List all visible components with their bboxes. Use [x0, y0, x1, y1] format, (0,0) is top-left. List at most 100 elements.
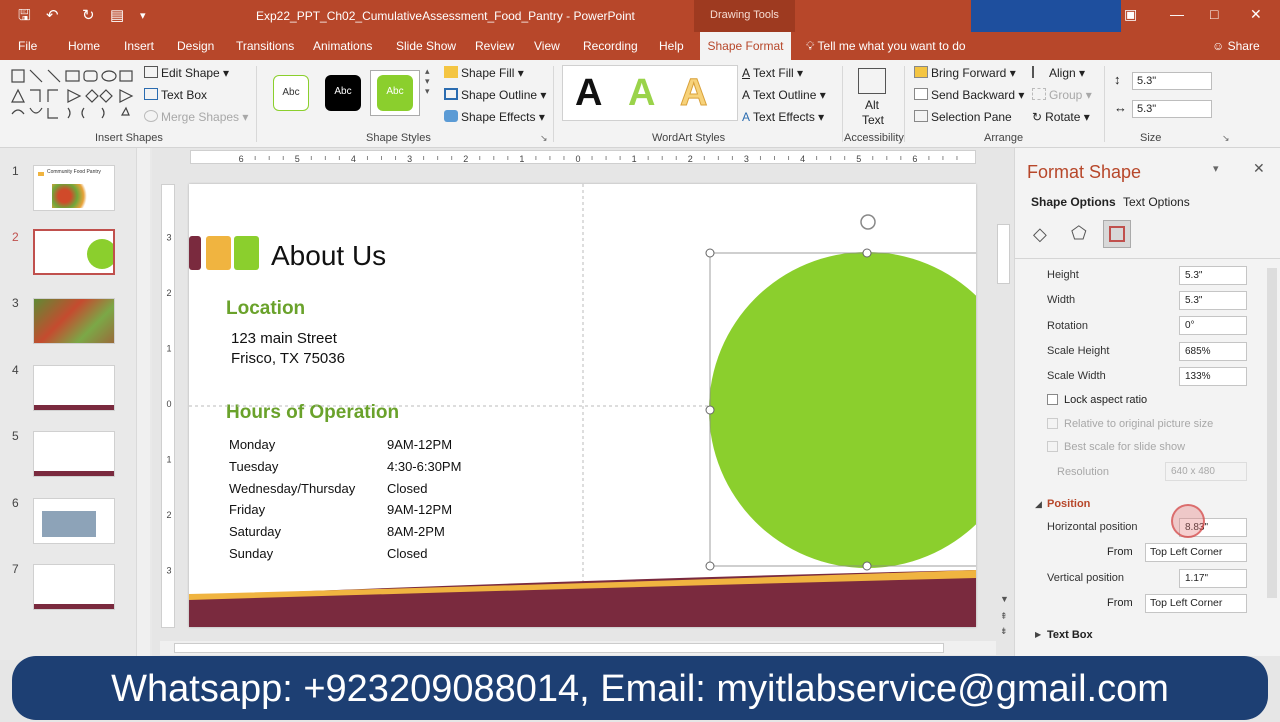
format-pane-title: Format Shape [1027, 162, 1142, 182]
shape-style-green[interactable]: Abc [377, 75, 413, 111]
slide-thumbnail-7[interactable] [33, 564, 115, 610]
tab-text-options[interactable]: Text Options [1123, 195, 1190, 209]
ruler-tick-label: 2 [688, 154, 693, 164]
merge-shapes-button[interactable]: Merge Shapes ▾ [144, 110, 248, 124]
bring-forward-button[interactable]: Bring Forward ▾ [914, 66, 1016, 80]
text-effects-button[interactable]: A Text Effects ▾ [742, 110, 824, 124]
vertical-position-input[interactable]: 1.17" [1179, 569, 1247, 588]
tab-file[interactable]: File [18, 39, 37, 53]
ribbon-display-icon[interactable]: ▣ [1124, 6, 1137, 23]
wordart-black[interactable]: A [575, 72, 602, 115]
alt-text-label-2[interactable]: Text [862, 113, 884, 127]
previous-slide-icon[interactable]: ⇞ [1000, 611, 1008, 622]
ruler-tick-label: 2 [166, 510, 171, 520]
send-backward-button[interactable]: Send Backward ▾ [914, 88, 1024, 102]
group-button[interactable]: Group ▾ [1032, 88, 1092, 102]
horizontal-scroll-thumb[interactable] [174, 643, 944, 653]
fill-line-icon[interactable]: ◇ [1033, 224, 1047, 245]
scale-width-input[interactable]: 133% [1179, 367, 1247, 386]
collapse-triangle-icon[interactable]: ▶ [1035, 630, 1041, 639]
slide-thumbnail-2[interactable] [33, 229, 115, 275]
shape-outline-button[interactable]: Shape Outline ▾ [444, 88, 546, 102]
send-backward-icon [914, 88, 928, 100]
thumbnails-scrollbar[interactable] [136, 148, 150, 656]
rotation-input[interactable]: 0° [1179, 316, 1247, 335]
tell-me-search[interactable]: 💡︎ Tell me what you want to do [806, 39, 966, 54]
size-properties-tab[interactable] [1103, 220, 1131, 248]
maximize-icon[interactable]: □ [1210, 6, 1218, 22]
scale-height-input[interactable]: 685% [1179, 342, 1247, 361]
undo-icon[interactable]: ↶ [46, 7, 59, 25]
scroll-down-icon[interactable]: ▼ [1000, 594, 1009, 604]
width-input[interactable]: 5.3" [1179, 291, 1247, 310]
slide-number: 7 [12, 562, 19, 576]
edit-shape-button[interactable]: Edit Shape ▾ [144, 66, 229, 80]
close-pane-icon[interactable]: ✕ [1253, 160, 1265, 177]
slide-thumbnail-6[interactable] [33, 498, 115, 544]
slide-thumbnail-3[interactable] [33, 298, 115, 344]
shapes-gallery[interactable] [10, 68, 136, 124]
tab-shape-options[interactable]: Shape Options [1031, 195, 1116, 209]
tab-home[interactable]: Home [68, 39, 100, 53]
horizontal-position-label: Horizontal position [1047, 521, 1138, 533]
redo-icon[interactable]: ↻ [82, 7, 95, 25]
text-box-button[interactable]: Text Box [144, 88, 207, 102]
dialog-launcher-icon[interactable]: ↘ [540, 133, 548, 144]
text-box-section-header[interactable]: Text Box [1047, 629, 1093, 641]
shape-width-input[interactable]: 5.3" [1132, 100, 1212, 118]
text-fill-button[interactable]: A Text Fill ▾ [742, 66, 803, 80]
shape-effects-button[interactable]: Shape Effects ▾ [444, 110, 545, 124]
alt-text-icon[interactable] [858, 68, 886, 94]
tab-shape-format[interactable]: Shape Format [700, 32, 791, 60]
best-scale-checkbox[interactable] [1047, 441, 1058, 452]
shape-fill-button[interactable]: Shape Fill ▾ [444, 66, 524, 80]
tab-slideshow[interactable]: Slide Show [396, 39, 456, 53]
slide-thumbnail-4[interactable] [33, 365, 115, 411]
tab-insert[interactable]: Insert [124, 39, 154, 53]
tab-design[interactable]: Design [177, 39, 214, 53]
tab-recording[interactable]: Recording [583, 39, 638, 53]
canvas-scroll-thumb[interactable] [997, 224, 1010, 284]
save-icon[interactable]: 🖫 [18, 7, 31, 25]
shape-style-black[interactable]: Abc [325, 75, 361, 111]
size-group-label: Size [1140, 132, 1162, 144]
alt-text-label-1[interactable]: Alt [865, 98, 879, 112]
customize-icon[interactable]: ▾ [140, 7, 146, 25]
styles-scroll-icon[interactable]: ▴ ▾ ▾ [425, 66, 430, 96]
expand-triangle-icon[interactable]: ◢ [1035, 499, 1042, 510]
tab-help[interactable]: Help [659, 39, 684, 53]
vertical-from-select[interactable]: Top Left Corner [1145, 594, 1247, 613]
pane-scrollbar[interactable] [1267, 268, 1277, 598]
effects-pentagon-icon[interactable]: ⬠ [1071, 223, 1087, 244]
lock-aspect-checkbox[interactable] [1047, 394, 1058, 405]
tab-transitions[interactable]: Transitions [236, 39, 294, 53]
relative-original-checkbox[interactable] [1047, 418, 1058, 429]
resolution-select[interactable]: 640 x 480 [1165, 462, 1247, 481]
tab-review[interactable]: Review [475, 39, 514, 53]
text-outline-button[interactable]: A Text Outline ▾ [742, 88, 826, 102]
tab-animations[interactable]: Animations [313, 39, 372, 53]
shape-style-outline[interactable]: Abc [273, 75, 309, 111]
align-button[interactable]: Align ▾ [1032, 66, 1085, 80]
pane-options-icon[interactable]: ▾ [1213, 162, 1219, 175]
slide-thumbnail-1[interactable]: Community Food Pantry [33, 165, 115, 211]
slide-thumbnail-5[interactable] [33, 431, 115, 477]
thumb-footer [34, 604, 114, 609]
position-section-header[interactable]: Position [1047, 498, 1090, 510]
share-button[interactable]: ☺ Share [1212, 39, 1260, 53]
shape-height-input[interactable]: 5.3" [1132, 72, 1212, 90]
minimize-icon[interactable]: — [1170, 6, 1184, 22]
wordart-gold[interactable]: A [679, 72, 707, 115]
horizontal-from-select[interactable]: Top Left Corner [1145, 543, 1247, 562]
next-slide-icon[interactable]: ⇟ [1000, 626, 1008, 637]
close-icon[interactable]: ✕ [1250, 6, 1262, 23]
selection-pane-button[interactable]: Selection Pane [914, 110, 1012, 124]
height-input[interactable]: 5.3" [1179, 266, 1247, 285]
rotate-button[interactable]: ↻ Rotate ▾ [1032, 110, 1090, 124]
tab-view[interactable]: View [534, 39, 560, 53]
horizontal-scrollbar[interactable] [160, 641, 996, 655]
wordart-green[interactable]: A [628, 72, 655, 115]
selection-handles[interactable] [700, 210, 1000, 580]
present-icon[interactable]: ▤ [110, 7, 124, 25]
size-dialog-launcher-icon[interactable]: ↘ [1222, 133, 1230, 144]
